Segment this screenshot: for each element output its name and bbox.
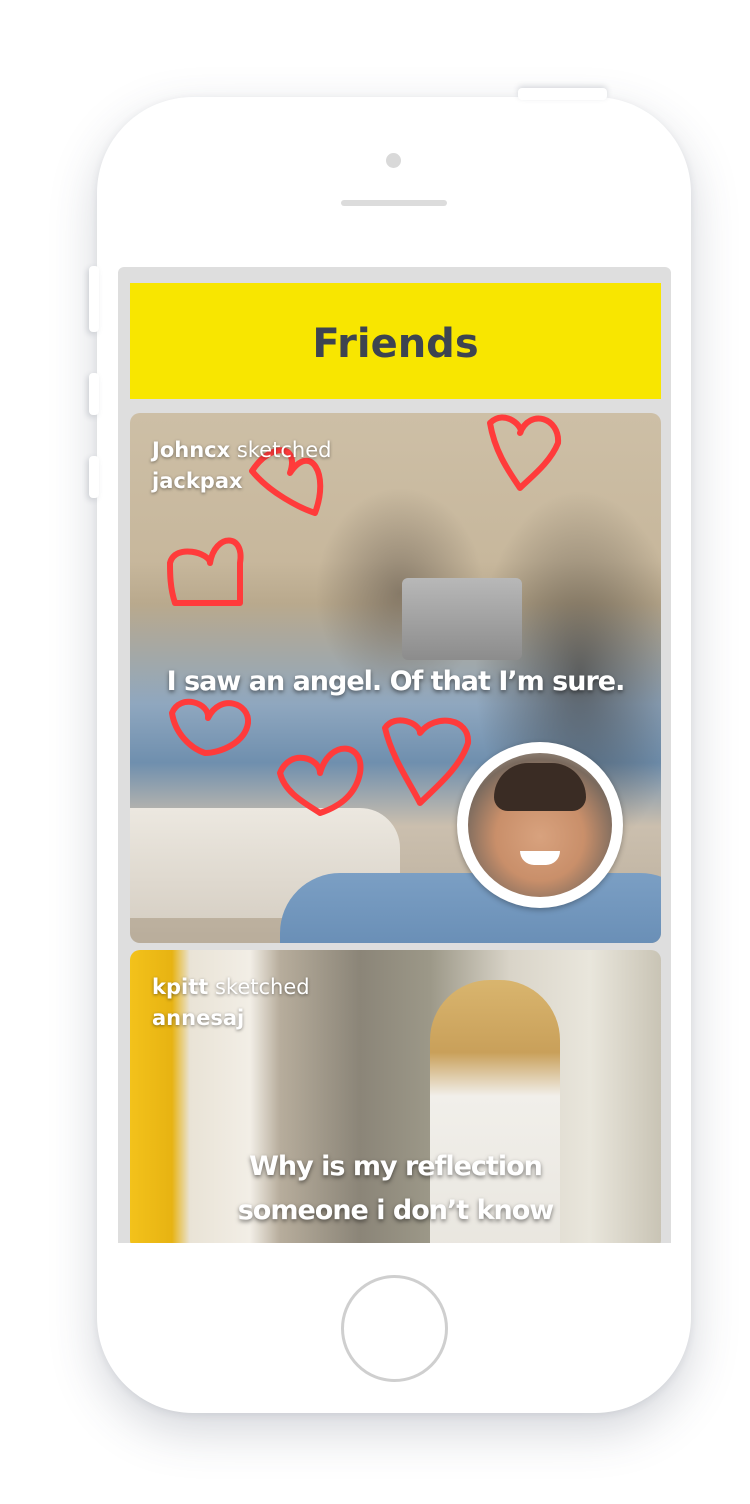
avatar[interactable]	[457, 742, 623, 908]
avatar-smile	[520, 851, 560, 865]
target-username[interactable]: annesaj	[152, 1003, 310, 1034]
earpiece-speaker	[341, 200, 447, 206]
action-label: sketched	[236, 438, 332, 462]
photo-chair	[280, 873, 661, 943]
front-camera	[386, 153, 401, 168]
page-title: Friends	[312, 321, 479, 367]
photo-laptop	[402, 578, 522, 660]
heart-sketch-stroke	[169, 698, 251, 756]
phone-mockup-stage: Friends Johncx sketched jackpax I saw an…	[0, 0, 750, 1504]
caption-line: someone i don’t know	[237, 1195, 555, 1226]
author-username[interactable]: Johncx	[152, 438, 230, 462]
feed-card[interactable]: Johncx sketched jackpax I saw an angel. …	[130, 413, 661, 943]
volume-up-button	[89, 373, 99, 415]
avatar-hair	[494, 763, 586, 811]
author-username[interactable]: kpitt	[152, 975, 208, 999]
power-button	[518, 88, 607, 100]
volume-down-button	[89, 456, 99, 498]
home-button[interactable]	[341, 1275, 448, 1382]
heart-sketch-stroke	[487, 414, 562, 491]
sketch-caption: Why is my reflection someone i don’t kno…	[130, 1145, 661, 1233]
feed-card[interactable]: kpitt sketched annesaj Why is my reflect…	[130, 950, 661, 1243]
avatar-photo	[468, 753, 612, 897]
app-screen: Friends Johncx sketched jackpax I saw an…	[118, 267, 671, 1243]
card-meta: kpitt sketched annesaj	[152, 972, 310, 1034]
card-meta: Johncx sketched jackpax	[152, 435, 331, 497]
heart-sketch-stroke	[167, 537, 244, 606]
caption-line: Why is my reflection	[249, 1151, 543, 1182]
heart-sketch-stroke	[382, 717, 471, 806]
action-label: sketched	[214, 975, 310, 999]
mute-switch	[89, 266, 99, 332]
sketch-caption: I saw an angel. Of that I’m sure.	[166, 666, 626, 697]
app-header: Friends	[130, 283, 661, 399]
heart-sketch-stroke	[277, 745, 364, 816]
target-username[interactable]: jackpax	[152, 466, 331, 497]
